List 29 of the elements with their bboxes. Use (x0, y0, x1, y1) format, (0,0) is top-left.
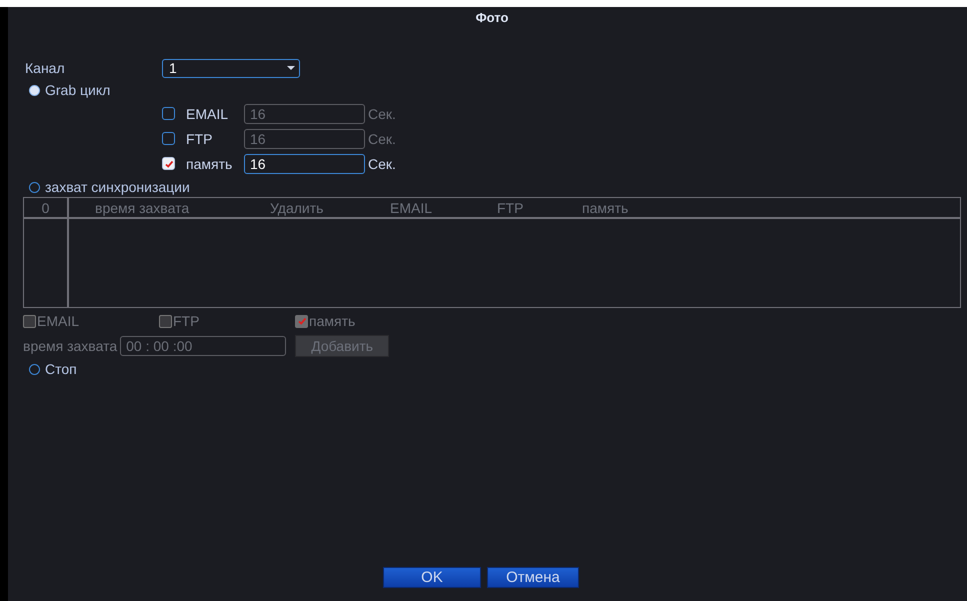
column-header: Удалить (270, 200, 324, 216)
ok-button[interactable]: OK (383, 567, 481, 588)
radio-label: захват синхронизации (45, 179, 190, 195)
channel-dropdown[interactable]: 1 (162, 58, 300, 78)
window-title: Фото (474, 9, 510, 27)
option-label: EMAIL (36, 313, 80, 329)
dropdown-arrow-icon (287, 66, 295, 70)
option-label: память (185, 156, 234, 172)
seconds-field[interactable]: 16 (244, 154, 365, 174)
column-header: время захвата (95, 200, 190, 216)
column-header: EMAIL (390, 200, 434, 216)
column-header: 0 (24, 198, 69, 217)
radio-button[interactable] (29, 364, 40, 374)
radio-button[interactable] (29, 84, 40, 96)
option-label: память (308, 313, 356, 329)
radio-label: Grab цикл (45, 82, 110, 98)
cancel-button[interactable]: Отмена (487, 567, 579, 588)
checkbox[interactable] (162, 157, 175, 170)
radio-label: Стоп (45, 361, 77, 377)
channel-label: Канал (24, 60, 66, 76)
option-label: FTP (172, 313, 200, 329)
time-label: время захвата (23, 338, 118, 354)
option-label: FTP (185, 130, 214, 146)
option-label: EMAIL (185, 106, 230, 122)
column-header: память (582, 200, 628, 216)
unit-label: Сек. (367, 106, 396, 122)
unit-label: Сек. (367, 130, 396, 146)
column-header: FTP (497, 200, 524, 216)
unit-label: Сек. (367, 156, 396, 172)
